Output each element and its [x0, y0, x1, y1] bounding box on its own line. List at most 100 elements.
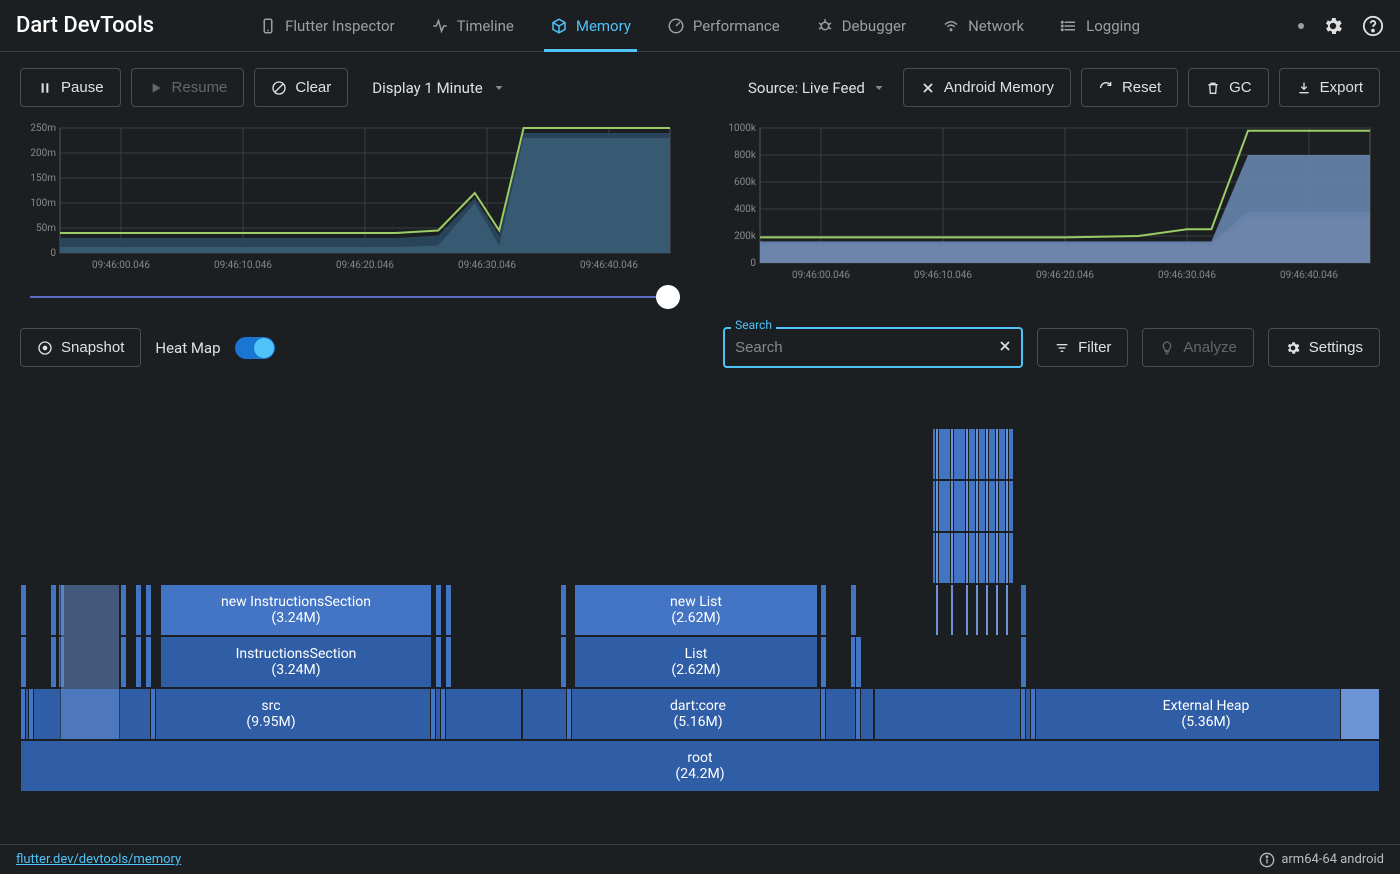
flame-block[interactable]: List(2.62M) — [574, 636, 818, 688]
flame-sliver[interactable] — [975, 532, 979, 584]
flame-block[interactable]: new List(2.62M) — [574, 584, 818, 636]
display-dropdown[interactable]: Display 1 Minute — [358, 69, 518, 107]
flame-sliver[interactable] — [820, 584, 827, 636]
android-memory-button[interactable]: Android Memory — [903, 68, 1071, 107]
flame-sliver[interactable] — [965, 428, 969, 480]
flame-sliver[interactable] — [985, 584, 989, 636]
close-icon[interactable] — [997, 338, 1013, 358]
flame-sliver[interactable] — [145, 584, 152, 636]
tab-network[interactable]: Network — [924, 0, 1042, 51]
resume-button[interactable]: Resume — [131, 68, 245, 107]
flame-root[interactable]: root(24.2M) — [20, 740, 1380, 792]
flame-sliver[interactable] — [1340, 688, 1380, 740]
flame-sliver[interactable] — [20, 584, 27, 636]
flame-sliver[interactable] — [975, 428, 979, 480]
flame-sliver[interactable] — [28, 688, 34, 740]
flame-sliver[interactable] — [560, 584, 567, 636]
flame-sliver[interactable] — [855, 688, 861, 740]
snapshot-button[interactable]: Snapshot — [20, 328, 141, 367]
flame-sliver[interactable] — [855, 636, 862, 688]
pause-button[interactable]: Pause — [20, 68, 121, 107]
flame-sliver[interactable] — [995, 480, 999, 532]
flame-sliver[interactable] — [935, 480, 939, 532]
flame-sliver[interactable] — [850, 584, 857, 636]
flame-sliver[interactable] — [430, 688, 436, 740]
gc-button[interactable]: GC — [1188, 68, 1269, 107]
flame-sliver[interactable] — [995, 428, 999, 480]
source-dropdown[interactable]: Source: Live Feed — [748, 79, 885, 97]
flame-sliver[interactable] — [120, 636, 127, 688]
flame-sliver[interactable] — [950, 480, 954, 532]
tab-timeline[interactable]: Timeline — [413, 0, 532, 51]
clear-button[interactable]: Clear — [254, 68, 348, 107]
gear-icon[interactable] — [1322, 15, 1344, 37]
flame-sliver[interactable] — [20, 688, 26, 740]
flame-sliver[interactable] — [1005, 480, 1009, 532]
flame-sliver[interactable] — [820, 688, 826, 740]
memory-heatmap[interactable]: root(24.2M)src(9.95M)dart:core(5.16M)Ext… — [20, 380, 1380, 790]
flame-sliver[interactable] — [150, 688, 156, 740]
help-icon[interactable] — [1362, 15, 1384, 37]
flame-sliver[interactable] — [965, 480, 969, 532]
flame-sliver[interactable] — [950, 584, 954, 636]
flame-sliver[interactable] — [440, 688, 446, 740]
tab-performance[interactable]: Performance — [649, 0, 798, 51]
flame-sliver[interactable] — [20, 636, 27, 688]
flame-sliver[interactable] — [445, 636, 452, 688]
flame-sliver[interactable] — [120, 584, 127, 636]
flame-block[interactable]: new InstructionsSection(3.24M) — [160, 584, 432, 636]
slider-thumb[interactable] — [656, 285, 680, 309]
flame-sliver[interactable] — [975, 480, 979, 532]
reset-button[interactable]: Reset — [1081, 68, 1178, 107]
flame-sliver[interactable] — [995, 532, 999, 584]
chart-svg-left[interactable]: 050m100m150m200m250m09:46:00.04609:46:10… — [20, 123, 680, 273]
flame-sliver[interactable] — [1020, 636, 1027, 688]
flame-sliver[interactable] — [60, 584, 120, 740]
flame-sliver[interactable] — [935, 532, 939, 584]
flame-sliver[interactable] — [950, 428, 954, 480]
flame-block[interactable]: InstructionsSection(3.24M) — [160, 636, 432, 688]
flame-tower[interactable] — [932, 480, 1014, 532]
tab-flutter-inspector[interactable]: Flutter Inspector — [241, 0, 413, 51]
flame-sliver[interactable] — [560, 636, 567, 688]
flame-sliver[interactable] — [50, 584, 57, 636]
flame-sliver[interactable] — [435, 636, 442, 688]
flame-sliver[interactable] — [50, 636, 57, 688]
search-input[interactable] — [723, 327, 1023, 368]
flame-sliver[interactable] — [1005, 532, 1009, 584]
tab-debugger[interactable]: Debugger — [798, 0, 924, 51]
flame-sliver[interactable] — [1030, 688, 1036, 740]
time-slider[interactable] — [20, 285, 680, 309]
heatmap-toggle[interactable] — [235, 337, 275, 359]
flame-sliver[interactable] — [566, 688, 572, 740]
flame-sliver[interactable] — [820, 636, 827, 688]
flame-sliver[interactable] — [995, 584, 999, 636]
chart-svg-right[interactable]: 0200k400k600k800k1000k09:46:00.04609:46:… — [720, 123, 1380, 283]
flame-sliver[interactable] — [950, 532, 954, 584]
flame-sliver[interactable] — [975, 584, 979, 636]
flame-sliver[interactable] — [985, 480, 989, 532]
flame-sliver[interactable] — [935, 428, 939, 480]
flame-block[interactable] — [874, 688, 1032, 740]
tab-memory[interactable]: Memory — [532, 0, 649, 51]
tab-logging[interactable]: Logging — [1042, 0, 1158, 51]
footer-link[interactable]: flutter.dev/devtools/memory — [16, 852, 181, 867]
flame-sliver[interactable] — [965, 584, 969, 636]
flame-tower[interactable] — [932, 428, 1014, 480]
flame-tower[interactable] — [932, 532, 1014, 584]
flame-sliver[interactable] — [965, 532, 969, 584]
flame-sliver[interactable] — [1020, 584, 1027, 636]
flame-sliver[interactable] — [435, 584, 442, 636]
flame-sliver[interactable] — [135, 636, 142, 688]
flame-sliver[interactable] — [135, 584, 142, 636]
analyze-button[interactable]: Analyze — [1142, 328, 1253, 367]
flame-sliver[interactable] — [1020, 688, 1026, 740]
flame-block[interactable]: External Heap(5.36M) — [1032, 688, 1380, 740]
flame-sliver[interactable] — [935, 584, 939, 636]
flame-sliver[interactable] — [445, 584, 452, 636]
flame-sliver[interactable] — [985, 428, 989, 480]
export-button[interactable]: Export — [1279, 68, 1380, 107]
flame-sliver[interactable] — [985, 532, 989, 584]
flame-sliver[interactable] — [1005, 428, 1009, 480]
flame-sliver[interactable] — [1005, 584, 1009, 636]
